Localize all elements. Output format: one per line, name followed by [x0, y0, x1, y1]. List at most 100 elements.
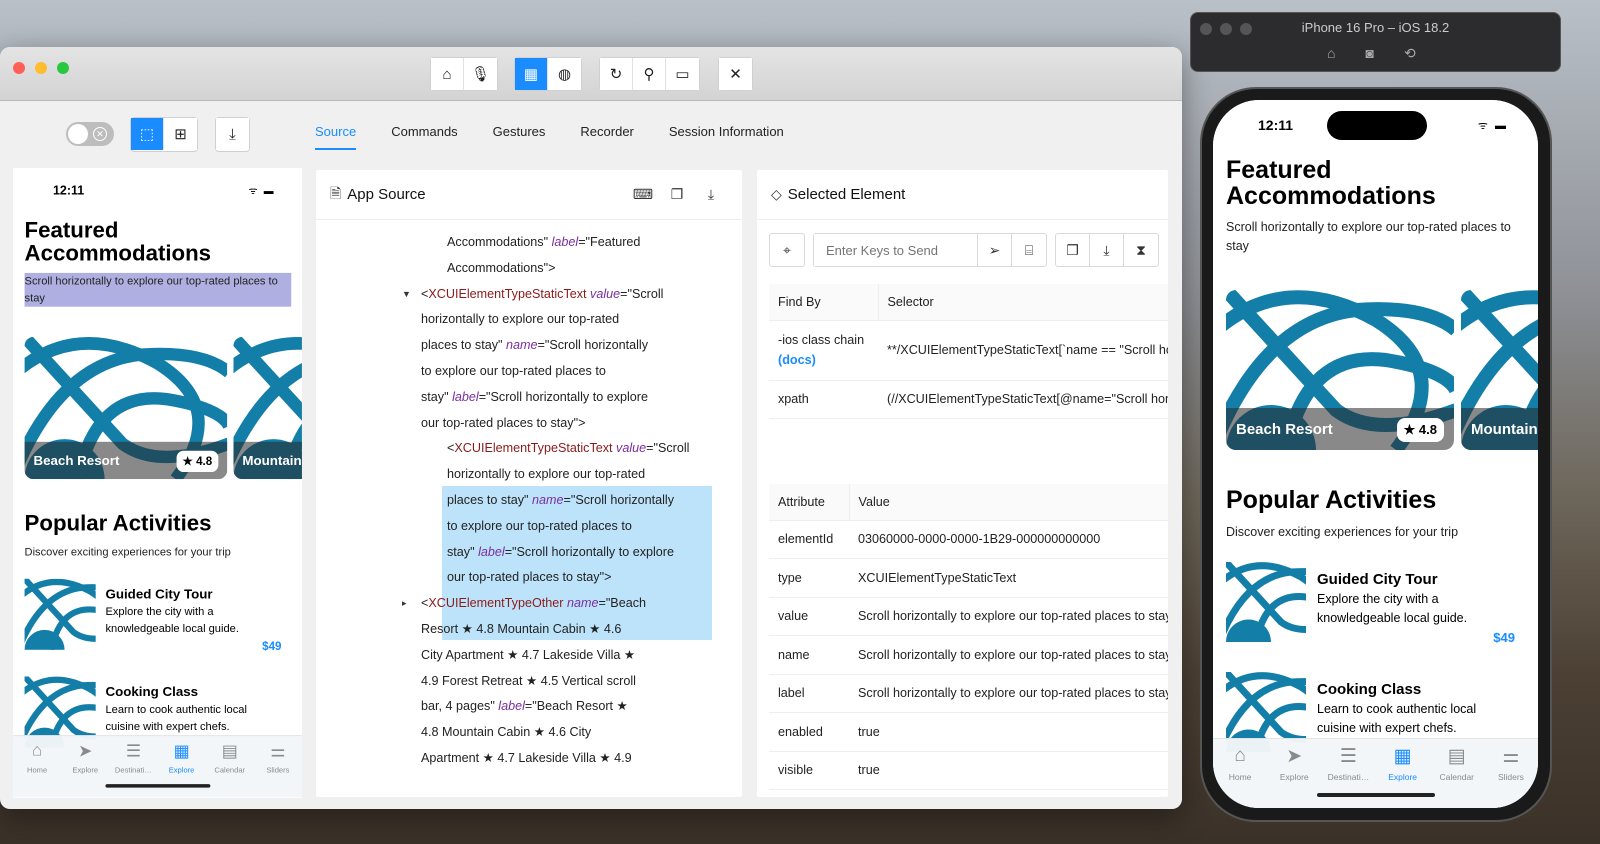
source-text: ="Scroll horizontally to explore [504, 544, 675, 559]
source-line[interactable]: 4.8 Mountain Cabin ★ 4.6 City [421, 720, 742, 746]
source-line[interactable]: places to stay" name="Scroll horizontall… [421, 333, 742, 359]
home-icon[interactable]: ⌂ [431, 58, 464, 90]
tab-bar-item[interactable]: ▦ Explore [1376, 739, 1430, 808]
attribute-value[interactable]: Scroll horizontally to explore our top-r… [849, 635, 1168, 675]
minimize-window-button[interactable] [35, 62, 47, 74]
tab-bar-item[interactable]: ☰ Destinati… [1321, 739, 1375, 808]
send-keys-input[interactable] [814, 234, 978, 266]
source-text: stay" [447, 544, 479, 559]
tab-session-information[interactable]: Session Information [669, 117, 784, 150]
attribute-value[interactable]: true [849, 789, 1168, 797]
hourglass-icon[interactable]: ⧗ [1124, 234, 1158, 266]
source-text: ="Scroll horizontally [563, 492, 675, 507]
source-text: ="Scroll [646, 441, 690, 456]
attribute-name: accessible [769, 789, 849, 797]
source-line[interactable]: horizontally to explore our top-rated [447, 462, 742, 488]
microphone-icon[interactable]: 🎙︎ [464, 58, 497, 90]
tab-icon: ⌂ [31, 741, 43, 761]
tab-bar-item[interactable]: ▦ Explore [157, 736, 205, 797]
toggle-switch[interactable]: ✕ [66, 122, 114, 146]
tab-bar-item[interactable]: ⚌ Sliders [254, 736, 302, 797]
home-indicator [105, 784, 211, 788]
screenshot-icon[interactable]: ◙ [1365, 45, 1403, 61]
source-line[interactable]: <XCUIElementTypeStaticText value="Scroll [447, 436, 742, 462]
source-line[interactable]: ▸ <XCUIElementTypeOther name="Beach [402, 591, 742, 617]
source-line[interactable]: bar, 4 pages" label="Beach Resort ★ [421, 694, 742, 720]
tab-bar-item[interactable]: ▤ Calendar [206, 736, 254, 797]
featured-subtitle[interactable]: Scroll horizontally to explore our top-r… [1226, 218, 1526, 256]
attr-name: name [531, 492, 564, 507]
close-window-button[interactable] [13, 62, 25, 74]
attribute-value[interactable]: Scroll horizontally to explore our top-r… [849, 597, 1168, 636]
tab-bar-item[interactable]: ⚌ Sliders [1484, 739, 1538, 808]
attribute-value[interactable]: Scroll horizontally to explore our top-r… [849, 674, 1168, 713]
card-beach-resort[interactable]: Beach Resort ★ 4.8 [24, 336, 228, 480]
expand-caret-icon[interactable]: ▼ [402, 282, 411, 308]
source-line[interactable]: Apartment ★ 4.7 Lakeside Villa ★ 4.9 [421, 746, 742, 772]
source-line[interactable]: our top-rated places to stay"> [447, 565, 742, 591]
clear-icon[interactable]: ⌸ [1012, 234, 1046, 266]
tab-bar-item[interactable]: ➤ Explore [61, 736, 109, 797]
source-line[interactable]: Resort ★ 4.8 Mountain Cabin ★ 4.6 [421, 617, 742, 643]
attribute-value[interactable]: XCUIElementTypeStaticText [849, 558, 1168, 598]
refresh-icon[interactable]: ↻ [600, 58, 633, 90]
source-line[interactable]: places to stay" name="Scroll horizontall… [447, 488, 742, 514]
featured-subtitle[interactable]: Scroll horizontally to explore our top-r… [24, 272, 292, 307]
tab-bar-item[interactable]: ⌂ Home [13, 736, 61, 797]
home-icon[interactable]: ⌂ [1327, 45, 1365, 61]
download-icon[interactable]: ⤓ [694, 186, 728, 203]
source-line[interactable]: City Apartment ★ 4.7 Lakeside Villa ★ [421, 643, 742, 669]
tab-recorder[interactable]: Recorder [580, 117, 633, 150]
attribute-row: enabled true [769, 712, 1168, 752]
download-icon[interactable]: ⤓ [216, 118, 249, 150]
card-beach-resort[interactable]: Beach Resort ★ 4.8 [1226, 290, 1454, 450]
simulator-screen[interactable]: 12:11 ᯤ ▬ Featured Accommodations Scroll… [1213, 100, 1538, 808]
tab-gestures[interactable]: Gestures [493, 117, 546, 150]
source-line[interactable]: our top-rated places to stay"> [421, 411, 742, 437]
source-line[interactable]: Accommodations" label="Featured [447, 230, 742, 256]
source-line[interactable]: stay" label="Scroll horizontally to expl… [421, 385, 742, 411]
source-line[interactable]: to explore our top-rated places to [447, 514, 742, 540]
main-tabs: Source Commands Gestures Recorder Sessio… [315, 117, 819, 150]
source-line[interactable]: to explore our top-rated places to [421, 359, 742, 385]
copy-icon[interactable]: ❐ [1056, 234, 1090, 266]
attribute-value[interactable]: 03060000-0000-0000-1B29-000000000000 [849, 520, 1168, 559]
docs-link[interactable]: (docs) [778, 353, 816, 367]
globe-icon[interactable]: ◍ [548, 58, 581, 90]
device-screenshot[interactable]: 12:11 ᯤ ▬ Featured Accommodations Scroll… [13, 168, 302, 798]
attribute-value[interactable]: true [849, 712, 1168, 752]
tap-element-icon[interactable]: ⌖ [770, 234, 804, 266]
activity-desc: Learn to cook authentic local cuisine wi… [105, 703, 247, 733]
video-icon[interactable]: ▭ [666, 58, 699, 90]
card-name: Mountain Cabin [242, 453, 302, 469]
attribute-row: type XCUIElementTypeStaticText [769, 558, 1168, 598]
maximize-window-button[interactable] [57, 62, 69, 74]
selector-value[interactable]: (//XCUIElementTypeStaticText[@name="Scro… [878, 380, 1168, 419]
source-line[interactable]: horizontally to explore our top-rated [421, 307, 742, 333]
card-mountain-cabin[interactable]: Mountain Cabin [1461, 290, 1538, 450]
tab-commands[interactable]: Commands [391, 117, 457, 150]
source-line[interactable]: 4.9 Forest Retreat ★ 4.5 Vertical scroll [421, 669, 742, 695]
grid-icon[interactable]: ▦ [515, 58, 548, 90]
rotate-icon[interactable]: ⟲ [1404, 45, 1446, 61]
tap-coordinates-icon[interactable]: ⊞ [164, 118, 197, 150]
close-icon[interactable]: ✕ [719, 58, 752, 90]
source-line[interactable]: Accommodations"> [447, 256, 742, 282]
terminal-icon[interactable]: ⌨ [626, 186, 660, 203]
card-mountain-cabin[interactable]: Mountain Cabin [233, 336, 302, 480]
copy-icon[interactable]: ❐ [660, 186, 694, 203]
tab-bar-item[interactable]: ➤ Explore [1267, 739, 1321, 808]
source-line[interactable]: ▼ <XCUIElementTypeStaticText value="Scrol… [402, 282, 742, 308]
search-icon[interactable]: ⚲ [633, 58, 666, 90]
expand-caret-icon[interactable]: ▸ [402, 591, 407, 617]
tab-bar-item[interactable]: ⌂ Home [1213, 739, 1267, 808]
tab-bar-item[interactable]: ☰ Destinati… [109, 736, 157, 797]
source-line[interactable]: stay" label="Scroll horizontally to expl… [447, 540, 742, 566]
tab-source[interactable]: Source [315, 117, 357, 150]
send-icon[interactable]: ➢ [978, 234, 1012, 266]
tab-bar-item[interactable]: ▤ Calendar [1430, 739, 1484, 808]
selector-value[interactable]: **/XCUIElementTypeStaticText[`name == "S… [878, 320, 1168, 381]
attribute-value[interactable]: true [849, 751, 1168, 790]
select-element-icon[interactable]: ⬚ [131, 118, 164, 150]
download-icon[interactable]: ⤓ [1090, 234, 1124, 266]
